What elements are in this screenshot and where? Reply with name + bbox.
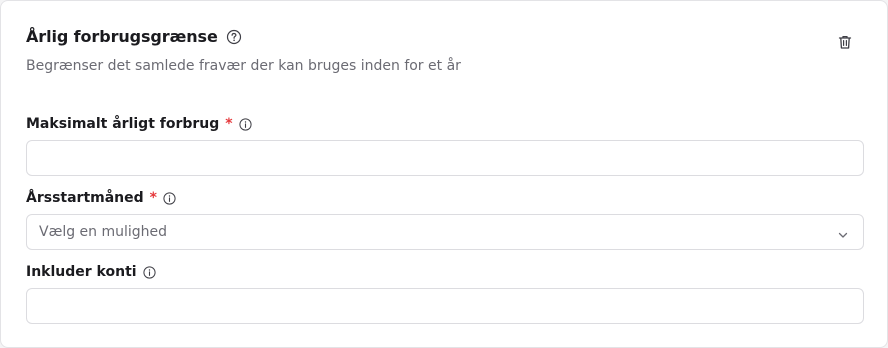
start-month-placeholder: Vælg en mulighed	[39, 224, 168, 240]
info-circle-icon[interactable]	[239, 117, 252, 131]
start-month-select[interactable]: Vælg en mulighed	[26, 214, 864, 250]
required-mark: *	[225, 116, 233, 132]
start-month-label: Årsstartmåned	[26, 190, 144, 206]
include-accounts-input[interactable]	[27, 289, 863, 323]
card-header: Årlig forbrugsgrænse	[26, 27, 242, 46]
delete-button[interactable]	[836, 35, 854, 53]
max-annual-label: Maksimalt årligt forbrug	[26, 116, 220, 132]
start-month-label-row: Årsstartmåned *	[26, 190, 176, 206]
include-accounts-label: Inkluder konti	[26, 264, 137, 280]
card-title: Årlig forbrugsgrænse	[26, 27, 218, 46]
max-annual-input[interactable]	[27, 141, 863, 175]
max-annual-field[interactable]	[26, 140, 864, 176]
required-mark: *	[149, 190, 157, 206]
info-circle-icon[interactable]	[163, 191, 176, 205]
chevron-down-icon	[837, 226, 849, 238]
info-circle-icon[interactable]	[142, 265, 156, 279]
question-circle-icon[interactable]	[226, 29, 242, 45]
include-accounts-field[interactable]	[26, 288, 864, 324]
include-accounts-label-row: Inkluder konti	[26, 264, 156, 280]
max-annual-label-row: Maksimalt årligt forbrug *	[26, 116, 252, 132]
trash-icon	[837, 34, 853, 54]
annual-limit-card: Årlig forbrugsgrænse Begrænser det samle…	[0, 0, 888, 348]
card-subtitle: Begrænser det samlede fravær der kan bru…	[26, 58, 461, 74]
